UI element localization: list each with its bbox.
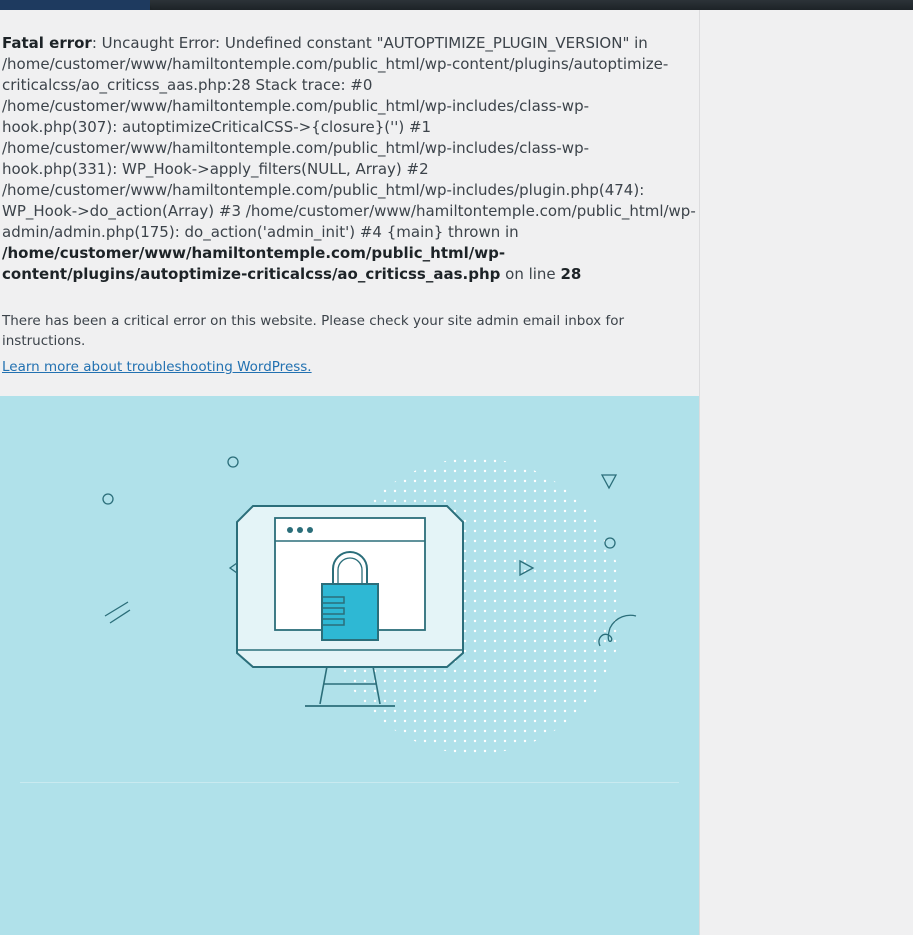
deco-circle-2	[102, 493, 114, 505]
troubleshooting-link[interactable]: Learn more about troubleshooting WordPre…	[2, 357, 312, 377]
browser-top-bar	[0, 0, 913, 10]
deco-triangle-down	[600, 474, 618, 490]
fatal-error-message: Fatal error: Uncaught Error: Undefined c…	[2, 33, 697, 285]
deco-triangle-left	[228, 561, 238, 575]
window-dot-3	[307, 527, 313, 533]
illustration-panel	[0, 396, 699, 935]
panel-divider	[20, 782, 679, 783]
deco-slashes	[104, 601, 131, 624]
right-gutter	[700, 10, 913, 935]
fatal-error-line-number: 28	[560, 265, 582, 283]
top-bar-accent	[0, 0, 150, 10]
locked-computer-icon	[102, 456, 637, 754]
fatal-error-on-line: on line	[500, 265, 561, 283]
window-dot-2	[297, 527, 303, 533]
critical-error-notice: There has been a critical error on this …	[2, 313, 625, 349]
fatal-error-file: /home/customer/www/hamiltontemple.com/pu…	[2, 244, 506, 283]
padlock-body	[321, 583, 379, 641]
fatal-error-label: Fatal error	[2, 34, 92, 52]
fatal-error-body: : Uncaught Error: Undefined constant "AU…	[2, 34, 696, 241]
deco-circle-1	[227, 456, 239, 468]
error-frame: Fatal error: Uncaught Error: Undefined c…	[0, 10, 700, 935]
top-bar-strip	[150, 0, 913, 10]
window-dot-1	[287, 527, 293, 533]
